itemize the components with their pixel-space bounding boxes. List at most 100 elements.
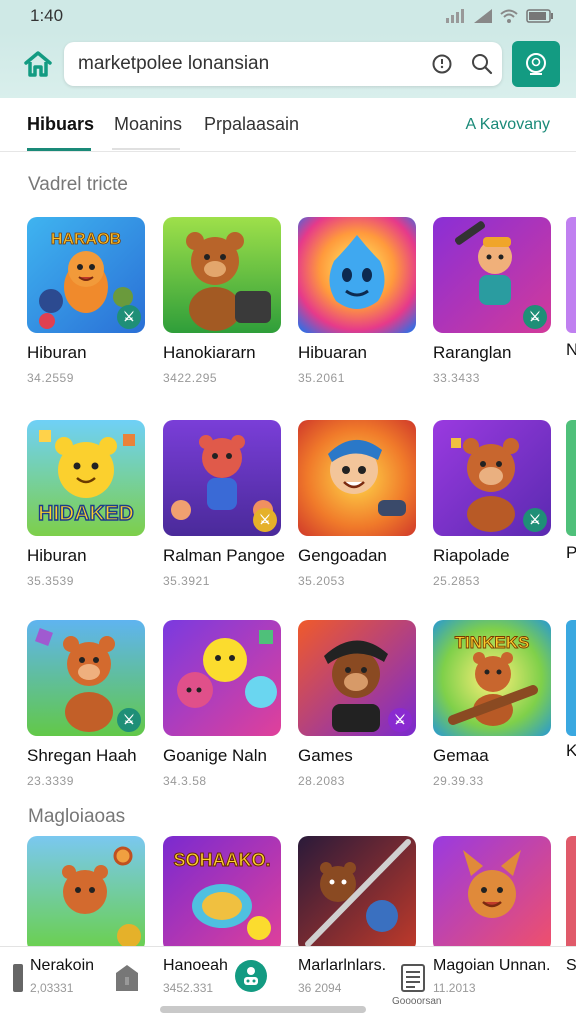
nav-count: 2,03331 bbox=[30, 981, 74, 995]
app-thumbnail bbox=[298, 420, 416, 536]
status-icons bbox=[446, 9, 554, 23]
app-card[interactable]: Goanige Naln 34.3.58 bbox=[163, 620, 281, 788]
app-name: Games bbox=[298, 746, 353, 765]
app-name: Hiburan bbox=[27, 546, 87, 565]
nav-count: 3452.331 bbox=[163, 981, 214, 995]
logo-text: HIDAKED bbox=[38, 502, 134, 525]
app-card[interactable]: TINKEKS Gemaa 29.39.33 bbox=[433, 620, 551, 788]
app-name: Riapolade bbox=[433, 546, 510, 565]
nav-label: Hanoeah bbox=[163, 957, 228, 974]
section-title: Vadrel tricte bbox=[28, 174, 128, 195]
app-card[interactable]: HIDAKED Hiburan 35.3539 bbox=[27, 420, 145, 588]
tab-hibuars[interactable]: Hibuars bbox=[27, 114, 94, 135]
badge-icon: ⚔ bbox=[253, 508, 277, 532]
app-card[interactable] bbox=[433, 836, 551, 952]
home-icon bbox=[24, 51, 52, 77]
nav-item-magoian[interactable]: Magoian Unnan. 11.2013 bbox=[433, 957, 550, 995]
tab-moanins[interactable]: Moanins bbox=[114, 114, 182, 135]
phone-icon bbox=[13, 964, 23, 992]
nav-caption: Goooorsan bbox=[392, 996, 442, 1007]
app-thumbnail: ⚔ bbox=[163, 420, 281, 536]
app-thumbnail: ⚔ bbox=[433, 217, 551, 333]
logo-text: HARAOB bbox=[51, 231, 121, 248]
app-name: Gemaa bbox=[433, 746, 489, 765]
tab-prpalaasain[interactable]: Prpalaasain bbox=[204, 114, 299, 135]
badge-icon: ⚔ bbox=[523, 305, 547, 329]
app-card[interactable]: ⚔ Ralman Pangoe 35.3921 bbox=[163, 420, 285, 588]
search-bar[interactable]: marketpolee lonansian bbox=[64, 42, 502, 86]
badge-icon: ⚔ bbox=[117, 708, 141, 732]
tab-divider bbox=[112, 148, 180, 150]
app-name: Hibuaran bbox=[298, 343, 367, 362]
app-count: 35.2061 bbox=[298, 371, 345, 385]
status-time: 1:40 bbox=[30, 6, 64, 25]
nav-label: Nerakoin bbox=[30, 957, 95, 974]
profile-button[interactable] bbox=[512, 41, 560, 87]
app-card[interactable] bbox=[298, 836, 416, 952]
search-icon[interactable] bbox=[462, 44, 502, 84]
games-icon[interactable] bbox=[234, 959, 268, 993]
partial-card[interactable] bbox=[566, 836, 576, 952]
nav-item-marlarlnlars[interactable]: Marlarlnlars. 36 2094 bbox=[298, 957, 386, 995]
app-name: Hiburan bbox=[27, 343, 87, 362]
app-count: 23.3339 bbox=[27, 774, 74, 788]
app-thumbnail: ⚔ bbox=[27, 620, 145, 736]
app-card[interactable] bbox=[27, 836, 145, 952]
nav-label: Magoian Unnan. bbox=[433, 957, 551, 974]
clock-icon[interactable] bbox=[422, 44, 462, 84]
nav-item-partial[interactable]: S bbox=[566, 957, 576, 975]
partial-card-name: P bbox=[566, 543, 576, 562]
app-thumbnail bbox=[298, 217, 416, 333]
badge-icon: ⚔ bbox=[117, 305, 141, 329]
logo-text: TINKEKS bbox=[455, 633, 530, 652]
battery-icon bbox=[526, 9, 553, 23]
app-card[interactable]: ⚔ Riapolade 25.2853 bbox=[433, 420, 551, 588]
app-thumbnail: HARAOB ⚔ bbox=[27, 217, 145, 333]
app-card[interactable]: HARAOB ⚔ Hiburan 34.2559 bbox=[27, 217, 145, 385]
app-count: 35.3539 bbox=[27, 574, 74, 588]
app-name: Gengoadan bbox=[298, 546, 387, 565]
app-card[interactable]: Hibuaran 35.2061 bbox=[298, 217, 416, 385]
section-title: Magloiaoas bbox=[28, 806, 126, 827]
app-card[interactable]: Hanokiararn 3422.295 bbox=[163, 217, 281, 385]
nav-item-nerakoin[interactable]: Nerakoin 2,03331 bbox=[30, 957, 94, 995]
status-bar: 1:40 bbox=[0, 0, 576, 32]
badge-icon: ⚔ bbox=[523, 508, 547, 532]
active-tab-indicator bbox=[27, 148, 91, 151]
document-icon[interactable] bbox=[400, 963, 426, 993]
nav-label: S bbox=[566, 957, 576, 974]
app-thumbnail bbox=[163, 217, 281, 333]
partial-card[interactable] bbox=[566, 217, 576, 333]
tab-link[interactable]: A Kavovany bbox=[466, 116, 551, 134]
lock-icon[interactable] bbox=[114, 963, 140, 993]
app-thumbnail: ⚔ bbox=[433, 420, 551, 536]
partial-card[interactable] bbox=[566, 420, 576, 536]
nav-label: Marlarlnlars. bbox=[298, 957, 387, 974]
home-button[interactable] bbox=[18, 44, 58, 84]
app-name: Raranglan bbox=[433, 343, 512, 362]
partial-card[interactable] bbox=[566, 620, 576, 736]
wifi-icon bbox=[500, 9, 518, 23]
app-count: 3422.295 bbox=[163, 371, 218, 385]
app-card[interactable]: Gengoadan 35.2053 bbox=[298, 420, 416, 588]
search-input[interactable]: marketpolee lonansian bbox=[78, 53, 422, 75]
app-thumbnail bbox=[298, 836, 416, 952]
app-thumbnail: ⚔ bbox=[298, 620, 416, 736]
app-count: 33.3433 bbox=[433, 371, 480, 385]
app-name: Hanokiararn bbox=[163, 343, 256, 362]
signal-icon bbox=[446, 9, 464, 23]
app-card[interactable]: ⚔ Raranglan 33.3433 bbox=[433, 217, 551, 385]
app-name: Shregan Haah bbox=[27, 746, 137, 765]
app-thumbnail: HIDAKED bbox=[27, 420, 145, 536]
app-count: 35.3921 bbox=[163, 574, 210, 588]
app-card[interactable]: ⚔ Games 28.2083 bbox=[298, 620, 416, 788]
app-thumbnail bbox=[433, 836, 551, 952]
home-indicator[interactable] bbox=[160, 1006, 366, 1013]
nav-item-hanoeah[interactable]: Hanoeah 3452.331 bbox=[163, 957, 228, 995]
app-count: 25.2853 bbox=[433, 574, 480, 588]
app-card[interactable]: ⚔ Shregan Haah 23.3339 bbox=[27, 620, 145, 788]
app-card[interactable]: SOHAAKO. bbox=[163, 836, 281, 952]
nav-count: 36 2094 bbox=[298, 981, 342, 995]
app-count: 34.2559 bbox=[27, 371, 74, 385]
badge-icon bbox=[117, 924, 141, 948]
